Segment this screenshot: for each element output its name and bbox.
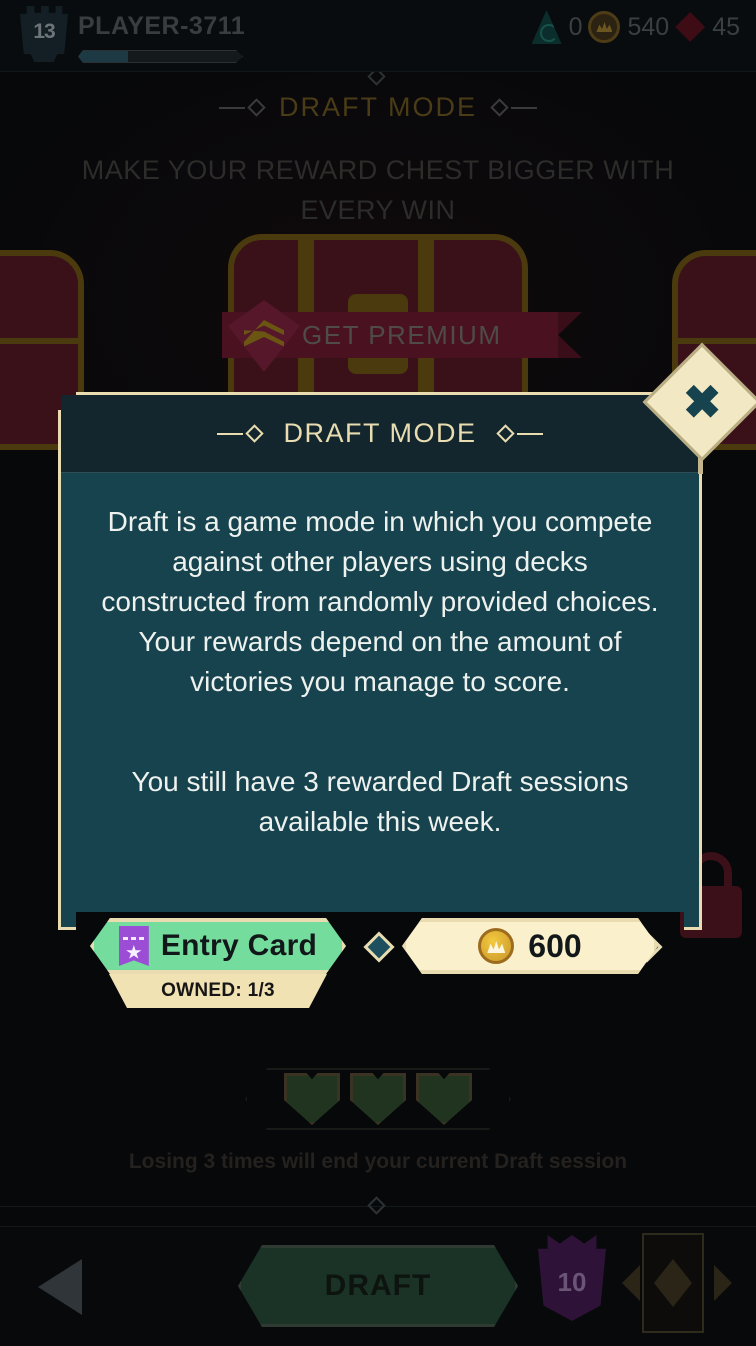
bottom-bar: DRAFT 10 <box>0 1226 756 1346</box>
game-screen: DRAFT MODE MAKE YOUR REWARD CHEST BIGGER… <box>0 0 756 1346</box>
entry-card-label: Entry Card <box>160 929 318 962</box>
background-mode-title: DRAFT MODE <box>278 92 477 122</box>
dialog-header: DRAFT MODE <box>61 395 699 473</box>
treasure-chest-left <box>0 250 84 450</box>
draft-button[interactable]: DRAFT <box>238 1245 518 1327</box>
dialog-ornament-left <box>217 424 265 443</box>
lose-condition-note: Losing 3 times will end your current Dra… <box>128 1150 628 1173</box>
entry-card-option: Entry Card OWNED: 1/3 <box>90 918 346 1008</box>
life-heart-icon <box>350 1073 406 1125</box>
ornament-right <box>490 98 537 117</box>
footer-diamond-accent <box>363 931 395 963</box>
top-bar: 13 PLAYER-3711 0 540 45 <box>0 0 756 72</box>
coin-icon <box>478 928 514 964</box>
currency-spiral[interactable]: 0 <box>531 10 583 44</box>
currency-coins[interactable]: 540 <box>588 11 669 43</box>
close-icon: ✖ <box>682 375 722 428</box>
coin-price-label: 600 <box>528 927 582 964</box>
lives-row <box>245 1068 511 1130</box>
coin-icon <box>588 11 621 43</box>
dialog-title: DRAFT MODE <box>283 418 477 448</box>
back-arrow-icon[interactable] <box>38 1259 82 1315</box>
draft-button-label: DRAFT <box>324 1269 432 1302</box>
currency-gems-value: 45 <box>712 12 740 41</box>
coin-purchase-button[interactable]: 600 <box>402 918 658 974</box>
dialog-paragraph-2: You still have 3 rewarded Draft sessions… <box>131 766 629 837</box>
spiral-icon <box>531 10 562 44</box>
player-name: PLAYER-3711 <box>78 12 246 40</box>
entry-card-owned-label: OWNED: 1/3 <box>161 980 275 1001</box>
background-subtitle: MAKE YOUR REWARD CHEST BIGGER WITH EVERY… <box>81 155 675 225</box>
ticket-icon <box>119 926 149 966</box>
get-premium-label: GET PREMIUM <box>302 319 502 350</box>
player-xp-fill <box>79 51 128 62</box>
background-mode-title-row: DRAFT MODE <box>0 92 756 123</box>
ornament-left <box>218 98 266 117</box>
life-heart-icon <box>416 1073 472 1125</box>
chevron-right-icon[interactable] <box>714 1265 732 1301</box>
dialog-body: Draft is a game mode in which you compet… <box>61 474 699 894</box>
player-xp-bar <box>78 50 243 63</box>
draft-mode-dialog: DRAFT MODE Draft is a game mode in which… <box>58 392 702 930</box>
currency-spiral-value: 0 <box>568 12 583 41</box>
gem-icon <box>675 12 706 42</box>
entry-card-button[interactable]: Entry Card <box>90 918 346 974</box>
dialog-paragraph-1: Draft is a game mode in which you compet… <box>101 506 659 697</box>
player-level-badge[interactable]: 13 <box>14 2 74 68</box>
chevron-left-icon[interactable] <box>622 1265 640 1301</box>
life-heart-icon <box>284 1073 340 1125</box>
bottom-divider-diamond <box>367 1196 386 1215</box>
player-level-value: 13 <box>33 20 55 43</box>
dialog-ornament-right <box>495 424 543 443</box>
currency-tray: 0 540 45 <box>531 10 740 44</box>
currency-coins-value: 540 <box>627 12 670 41</box>
entry-card-owned-tab: OWNED: 1/3 <box>109 974 327 1008</box>
currency-gems[interactable]: 45 <box>675 12 740 42</box>
draft-level-value: 10 <box>557 1267 587 1297</box>
